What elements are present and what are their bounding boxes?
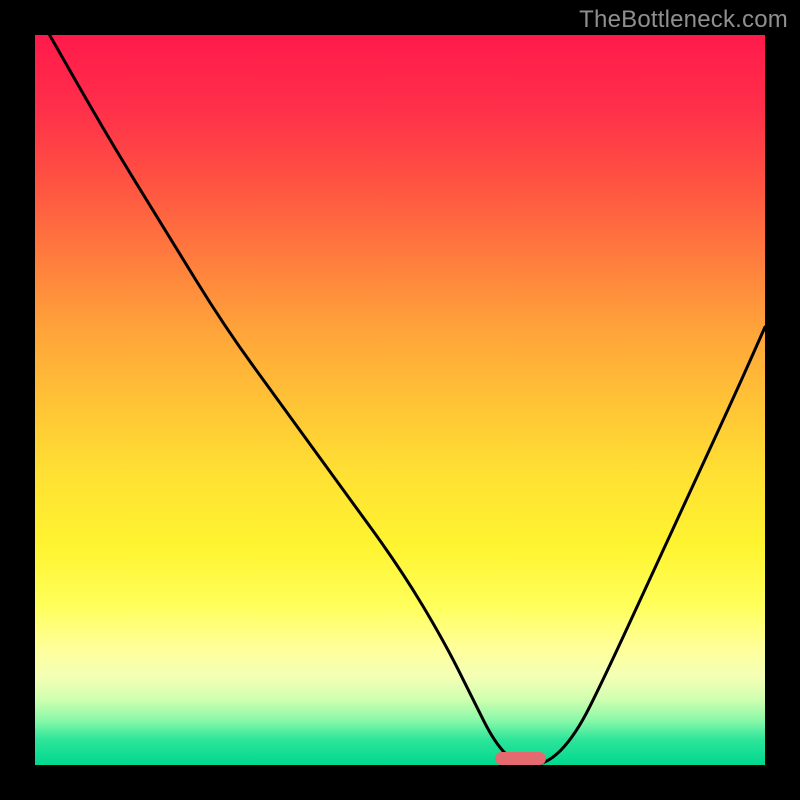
chart-frame: TheBottleneck.com (0, 0, 800, 800)
watermark-text: TheBottleneck.com (579, 6, 788, 34)
bottleneck-curve (35, 35, 765, 765)
optimal-range-marker (495, 752, 546, 765)
plot-area (35, 35, 765, 765)
